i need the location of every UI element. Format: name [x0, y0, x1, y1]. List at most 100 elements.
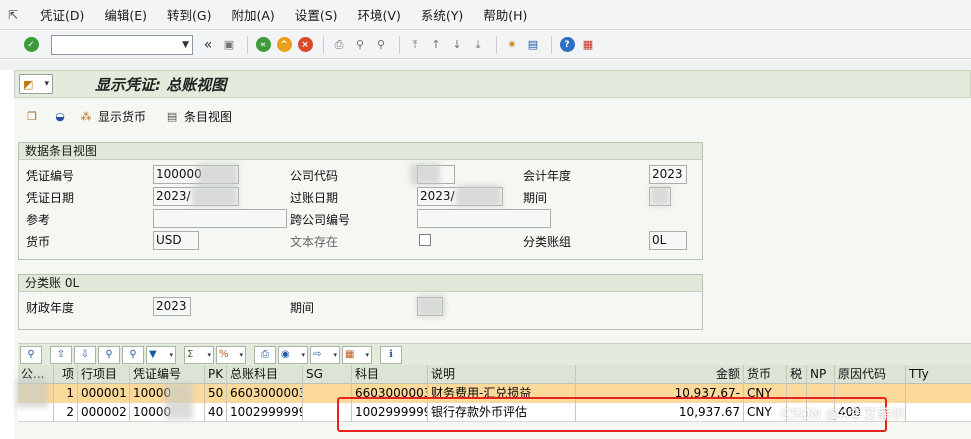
create-shortcut-icon[interactable]: ▤ [524, 36, 542, 54]
menu-edit[interactable]: 编辑(E) [104, 5, 147, 24]
redaction-blur [410, 163, 440, 185]
cell-item: 1 [54, 384, 78, 403]
item-view-button[interactable]: ▤ 条目视图 [164, 108, 232, 125]
redaction-blur [417, 295, 445, 317]
details-icon[interactable]: ⚲ [20, 345, 42, 364]
chevron-down-icon: ▼ [182, 39, 189, 50]
print-icon[interactable]: ⎙ [330, 36, 348, 54]
currency-field[interactable]: USD [153, 231, 199, 250]
text-exists-checkbox[interactable] [419, 234, 431, 246]
cell-line-item: 000002 [78, 403, 130, 422]
chevron-down-icon: ▾ [169, 350, 173, 359]
cross-company-field[interactable] [417, 209, 551, 228]
ledger-fiscal-year-field[interactable]: 2023 [153, 297, 191, 316]
ledger-group-field[interactable]: 0L [649, 231, 687, 250]
filter-menu-button[interactable]: ▼ ▾ [146, 345, 176, 364]
cancel-icon[interactable]: × [296, 36, 314, 54]
watermark: CSDN @A李艾菲尔 [781, 407, 905, 423]
hat-button[interactable]: ◒ [52, 108, 72, 124]
transaction-menu-button[interactable]: ◩ ▾ [19, 74, 53, 94]
sum-icon: Σ [187, 349, 194, 360]
header-gl-account[interactable]: 总账科目 [227, 365, 303, 384]
title-bar: ◩ ▾ 显示凭证: 总账视图 [14, 70, 971, 98]
exit-icon[interactable]: ^ [275, 36, 293, 54]
layout-menu-button[interactable]: ▦ ▾ [342, 345, 372, 364]
find-icon[interactable]: ⚲ [351, 36, 369, 54]
enter-icon[interactable]: ✓ [22, 36, 40, 54]
ledger-group: 分类账 0L [18, 274, 703, 330]
chevron-down-icon: ▾ [44, 79, 49, 89]
other-document-button[interactable]: ❐ [24, 108, 44, 124]
previous-page-icon[interactable]: ↑ [427, 36, 445, 54]
menu-extras[interactable]: 附加(A) [232, 5, 275, 24]
customize-layout-icon[interactable]: ▦ [579, 36, 597, 54]
layout-icon: ▦ [345, 349, 355, 360]
print-icon[interactable]: ⎙ [254, 345, 276, 364]
views-icon: ◉ [281, 349, 290, 360]
chevron-down-icon: ▾ [333, 350, 337, 359]
reference-field[interactable] [153, 209, 287, 228]
redaction-blur [650, 186, 670, 206]
header-pk[interactable]: PK [205, 365, 227, 384]
header-text[interactable]: 说明 [428, 365, 576, 384]
display-currency-button[interactable]: ⁂ 显示货币 [78, 108, 147, 125]
exit-menu-icon[interactable]: ⇱ [0, 8, 26, 22]
fiscal-year-field[interactable]: 2023 [649, 165, 687, 184]
reference-label: 参考 [26, 213, 51, 227]
data-entry-view-group: 数据条目视图 [18, 142, 703, 260]
cell-pk: 40 [205, 403, 227, 422]
last-page-icon[interactable]: ⤓ [469, 36, 487, 54]
help-icon[interactable]: ? [558, 36, 576, 54]
information-icon[interactable]: ℹ [380, 345, 402, 364]
first-page-icon[interactable]: ⤒ [406, 36, 424, 54]
sum-menu-button[interactable]: Σ ▾ [184, 345, 214, 364]
period-label: 期间 [523, 191, 548, 205]
menu-settings[interactable]: 设置(S) [295, 5, 338, 24]
find-next-icon[interactable]: ⚲ [122, 345, 144, 364]
subtotal-menu-button[interactable]: % ▾ [216, 345, 246, 364]
header-np[interactable]: NP [807, 365, 835, 384]
back-icon[interactable]: « [254, 36, 272, 54]
save-icon[interactable]: ▣ [220, 36, 238, 54]
sort-descending-icon[interactable]: ⇩ [74, 345, 96, 364]
header-currency[interactable]: 货币 [744, 365, 787, 384]
separator-strip [0, 60, 971, 70]
menu-document[interactable]: 凭证(D) [40, 5, 84, 24]
header-reason[interactable]: 原因代码 [835, 365, 906, 384]
menu-goto[interactable]: 转到(G) [167, 5, 211, 24]
header-tax[interactable]: 税 [787, 365, 807, 384]
cell-line-item: 000001 [78, 384, 130, 403]
chevron-down-icon: ▾ [365, 350, 369, 359]
new-session-icon[interactable]: ✷ [503, 36, 521, 54]
toolbar-divider [551, 35, 552, 54]
filter-icon: ▼ [149, 349, 157, 360]
redaction-blur [198, 163, 238, 185]
menu-system[interactable]: 系统(Y) [421, 5, 463, 24]
item-view-label: 条目视图 [184, 109, 233, 124]
command-field[interactable]: ▼ [51, 34, 193, 55]
menu-help[interactable]: 帮助(H) [483, 5, 527, 24]
toolbar-divider [399, 35, 400, 54]
header-amount[interactable]: 金额 [576, 365, 744, 384]
sort-ascending-icon[interactable]: ⇧ [50, 345, 72, 364]
next-page-icon[interactable]: ↓ [448, 36, 466, 54]
find-icon[interactable]: ⚲ [98, 345, 120, 364]
header-item[interactable]: 项 [54, 365, 78, 384]
company-code-label: 公司代码 [290, 169, 339, 183]
ledger-period-label: 期间 [290, 301, 315, 315]
find-next-icon[interactable]: ⚲ [372, 36, 390, 54]
header-tty[interactable]: TTy [906, 365, 971, 384]
header-account[interactable]: 科目 [352, 365, 428, 384]
menu-environment[interactable]: 环境(V) [358, 5, 401, 24]
text-exists-label: 文本存在 [290, 235, 339, 249]
subtotal-icon: % [219, 349, 229, 360]
header-sg[interactable]: SG [303, 365, 352, 384]
views-menu-button[interactable]: ◉ ▾ [278, 345, 308, 364]
chevron-down-icon: ▾ [239, 350, 243, 359]
doc-date-label: 凭证日期 [26, 191, 75, 205]
export-icon: ⇨ [313, 349, 322, 360]
double-chevron-left-icon[interactable]: « [199, 36, 217, 54]
toolbar-divider [247, 35, 248, 54]
export-menu-button[interactable]: ⇨ ▾ [310, 345, 340, 364]
header-line-item[interactable]: 行项目 [78, 365, 130, 384]
